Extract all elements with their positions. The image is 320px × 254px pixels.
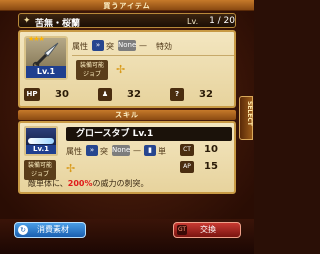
icon-level: Lv.1	[26, 66, 66, 78]
header-bar: 買うアイテム	[0, 0, 254, 11]
skill-pierce-label: 突	[100, 147, 108, 156]
shuriken-job-icon: ✢	[116, 63, 126, 76]
skill-equip-label-line1: 装備可能	[27, 162, 52, 169]
none-chip: None	[118, 40, 137, 51]
level-value: 1 / 20	[209, 16, 235, 26]
hp-value: 30	[55, 89, 69, 100]
slash-effect-icon	[28, 138, 54, 144]
select-tab[interactable]: SELECT	[239, 96, 253, 140]
item-name-bar: ✦ 苦無・桜蘭 Lv. 1 / 20	[18, 13, 236, 29]
kunai-icon	[32, 42, 59, 68]
slash-attr-icon: »	[92, 40, 104, 51]
skill-equip-job-tag: 装備可能 ジョブ	[24, 160, 56, 180]
skill-shuriken-job-icon: ✢	[66, 162, 76, 175]
target-icon: ▮	[144, 145, 156, 156]
exchange-button[interactable]: GT 交換	[173, 222, 241, 238]
page-title: 買うアイテム	[103, 2, 151, 10]
skill-slash-attr-icon: »	[86, 145, 98, 156]
item-name: 苦無・桜蘭	[35, 19, 81, 29]
attribute-label: 属性	[72, 42, 88, 51]
ap-value: 15	[204, 161, 218, 172]
stat-row: HP 30 ♟ 32 ? 32	[24, 88, 230, 102]
skill-detail-panel: Lv.1 グロースタブ Lv.1 属性 » 突 None — ▮ 単 CT 10…	[18, 121, 236, 194]
equip-job-tag: 装備可能 ジョブ	[76, 60, 108, 80]
material-button-label: 消費素材	[37, 225, 69, 234]
refresh-icon: ↻	[18, 225, 28, 235]
weapon-icon: ✦	[23, 16, 31, 26]
magic-icon: ?	[170, 88, 184, 101]
magic-value: 32	[199, 89, 213, 100]
special-label: 特効	[156, 42, 172, 51]
skill-attr-dash: —	[133, 146, 141, 155]
skill-description: 敵単体に、200%の威力の刺突。	[28, 178, 148, 189]
exchange-button-label: 交換	[200, 225, 216, 234]
divider	[72, 55, 234, 56]
equip-label-line1: 装備可能	[79, 62, 104, 69]
material-button[interactable]: ↻ 消費素材	[14, 222, 86, 238]
attr-dash: —	[139, 41, 147, 50]
item-icon[interactable]: ★★★ Lv.1	[24, 35, 68, 80]
skill-attribute-label: 属性	[66, 147, 82, 156]
attack-value: 32	[127, 89, 141, 100]
pierce-label: 突	[106, 42, 114, 51]
hp-icon: HP	[24, 88, 40, 101]
skill-section-title: スキル	[115, 111, 139, 119]
skill-name: グロースタブ Lv.1	[66, 127, 232, 141]
desc-highlight: 200%	[67, 179, 93, 188]
ct-label: CT	[180, 144, 194, 156]
single-target-label: 単	[158, 147, 166, 156]
skill-icon[interactable]: Lv.1	[24, 126, 58, 156]
item-detail-panel: ★★★ Lv.1 属性 » 突 None — 特効 装備可能 ジョブ ✢ HP …	[18, 30, 236, 108]
app-frame: 買うアイテム ✦ 苦無・桜蘭 Lv. 1 / 20 ★★★ Lv.1 属性 » …	[0, 0, 254, 254]
desc-suffix: の威力の刺突。	[92, 179, 149, 188]
skill-icon-level: Lv.1	[26, 145, 56, 154]
ap-label: AP	[180, 161, 194, 173]
equip-label-line2: ジョブ	[82, 71, 101, 78]
level-label: Lv.	[187, 17, 199, 26]
desc-prefix: 敵単体に、	[28, 179, 68, 188]
select-tab-label: SELECT	[246, 101, 253, 126]
attack-icon: ♟	[98, 88, 112, 101]
ct-value: 10	[204, 144, 218, 155]
skill-none-chip: None	[112, 145, 131, 156]
skill-section-header: スキル	[18, 110, 236, 120]
